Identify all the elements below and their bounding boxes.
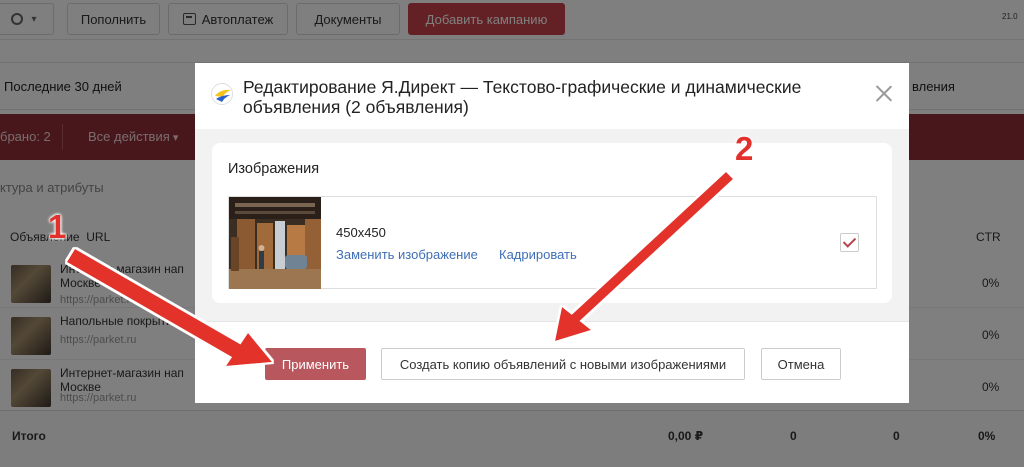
edit-images-modal: Редактирование Я.Директ — Текстово-графи… [195,63,909,403]
create-copy-button[interactable]: Создать копию объявлений с новыми изобра… [381,348,745,380]
image-thumbnail [229,197,321,289]
images-section: Изображения 450x450 Заменить изображение… [212,143,892,303]
crop-image-link[interactable]: Кадрировать [499,247,577,262]
yandex-direct-logo-icon [211,83,233,105]
image-checkbox[interactable] [840,233,859,252]
modal-header: Редактирование Я.Директ — Текстово-графи… [195,63,909,129]
replace-image-link[interactable]: Заменить изображение [336,247,478,262]
images-section-title: Изображения [228,161,320,177]
annotation-marker-1: 1 [48,208,67,245]
close-icon[interactable] [873,83,895,105]
cancel-button[interactable]: Отмена [761,348,841,380]
apply-button[interactable]: Применить [265,348,366,380]
annotation-marker-2: 2 [735,130,754,167]
image-item: 450x450 Заменить изображение Кадрировать [228,196,877,289]
image-size-label: 450x450 [336,225,386,240]
modal-title: Редактирование Я.Директ — Текстово-графи… [243,77,802,117]
modal-footer: Применить Создать копию объявлений с нов… [195,321,909,403]
